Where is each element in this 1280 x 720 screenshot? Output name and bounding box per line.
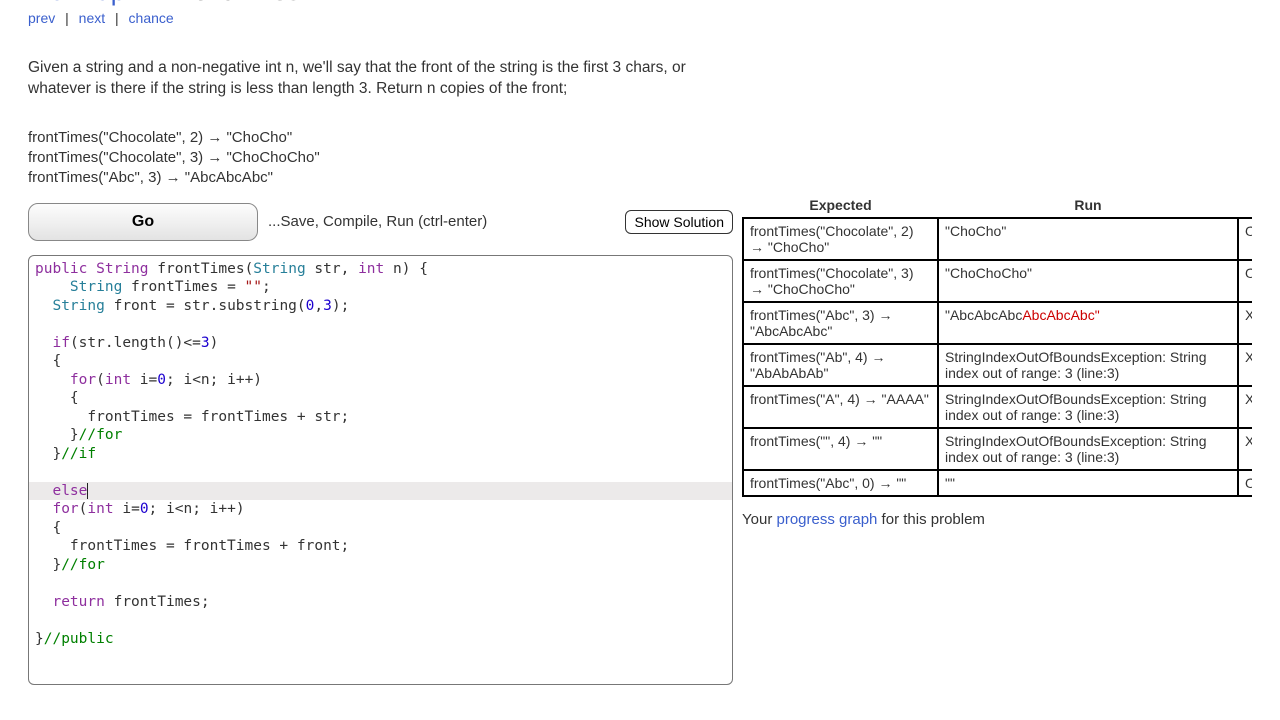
- table-row: frontTimes("Chocolate", 2) → "ChoCho""Ch…: [743, 218, 1252, 260]
- examples: frontTimes("Chocolate", 2) → "ChoCho" fr…: [28, 128, 1252, 189]
- table-row: frontTimes("Ab", 4) → "AbAbAbAb"StringIn…: [743, 344, 1252, 386]
- results-table: Expected Run frontTimes("Chocolate", 2) …: [742, 193, 1252, 497]
- col-status: [1238, 193, 1252, 218]
- example-line: frontTimes("Abc", 3) → "AbcAbcAbc": [28, 168, 1252, 188]
- table-row: frontTimes("Chocolate", 3) → "ChoChoCho"…: [743, 260, 1252, 302]
- table-row: frontTimes("Abc", 0) → """"OK: [743, 470, 1252, 496]
- go-button[interactable]: Go: [28, 203, 258, 241]
- table-row: frontTimes("Abc", 3) → "AbcAbcAbc""AbcAb…: [743, 302, 1252, 344]
- nav-chance[interactable]: chance: [129, 10, 174, 26]
- breadcrumb-sep: >: [156, 0, 171, 6]
- progress-graph-link[interactable]: progress graph: [776, 511, 877, 528]
- breadcrumb-problem: frontTimes: [178, 0, 300, 6]
- table-row: frontTimes("A", 4) → "AAAA"StringIndexOu…: [743, 386, 1252, 428]
- progress-note: Your progress graph for this problem: [742, 511, 1252, 528]
- code-editor[interactable]: public String frontTimes(String str, int…: [28, 255, 733, 685]
- table-row: frontTimes("", 4) → ""StringIndexOutOfBo…: [743, 428, 1252, 470]
- nav-next[interactable]: next: [79, 10, 105, 26]
- example-line: frontTimes("Chocolate", 2) → "ChoCho": [28, 128, 1252, 148]
- nav-prev[interactable]: prev: [28, 10, 55, 26]
- example-line: frontTimes("Chocolate", 3) → "ChoChoCho": [28, 148, 1252, 168]
- show-solution-button[interactable]: Show Solution: [625, 210, 733, 234]
- text-cursor: [87, 483, 88, 499]
- problem-description: Given a string and a non-negative int n,…: [28, 58, 748, 100]
- toolbar: Go ...Save, Compile, Run (ctrl-enter) Sh…: [28, 203, 733, 241]
- col-expected: Expected: [743, 193, 938, 218]
- breadcrumb: Warmup-2 > frontTimes: [28, 0, 1252, 6]
- subnav: prev | next | chance: [28, 10, 1252, 26]
- breadcrumb-section-link[interactable]: Warmup-2: [28, 0, 148, 6]
- col-run: Run: [938, 193, 1238, 218]
- toolbar-hint: ...Save, Compile, Run (ctrl-enter): [268, 213, 615, 230]
